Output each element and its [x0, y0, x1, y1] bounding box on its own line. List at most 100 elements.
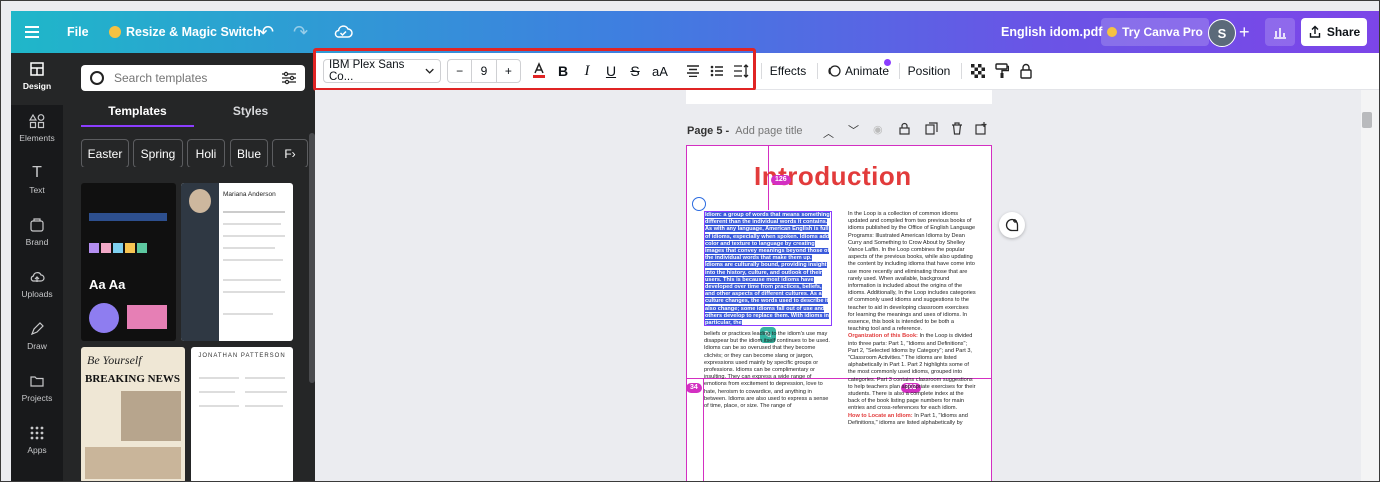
chip-blue[interactable]: Blue	[230, 139, 268, 167]
color-swatch	[125, 243, 135, 253]
rotate-handle-icon[interactable]	[692, 197, 706, 211]
scroll-thumb[interactable]	[1362, 112, 1372, 128]
previous-page-edge	[686, 90, 992, 104]
rail-item-draw[interactable]: Draw	[11, 313, 63, 365]
file-menu[interactable]: File	[67, 11, 89, 53]
cloud-upload-icon	[29, 269, 45, 285]
resume-line	[199, 405, 239, 407]
add-collaborator-icon[interactable]: +	[1239, 19, 1259, 45]
trash-icon[interactable]	[951, 122, 963, 138]
page-header: Page 5 - Add page title	[687, 125, 803, 137]
resume-line	[223, 259, 283, 261]
shapes-icon	[28, 113, 45, 129]
resume-line	[245, 405, 283, 407]
rail-item-elements[interactable]: Elements	[11, 105, 63, 157]
share-icon	[1309, 25, 1321, 38]
chip-holi[interactable]: Holi	[187, 139, 225, 167]
undo-icon[interactable]: ↶	[259, 11, 274, 53]
rail-label: Brand	[25, 237, 49, 247]
share-label: Share	[1326, 25, 1361, 39]
redo-icon[interactable]: ↷	[293, 11, 308, 53]
add-page-icon[interactable]	[975, 122, 988, 138]
selected-text-box[interactable]: Idiom: a group of words that means somet…	[704, 211, 832, 326]
rail-item-design[interactable]: Design	[11, 53, 63, 105]
category-chips: Easter Spring Holi Blue F›	[81, 139, 309, 167]
section-heading: Organization of this Book:	[848, 333, 918, 340]
document-page[interactable]: Introduction 126 34 302 Idiom: a group o…	[686, 145, 992, 481]
news-title: Be Yourself	[87, 353, 142, 367]
filter-icon[interactable]	[281, 71, 297, 85]
transparency-icon[interactable]	[969, 53, 987, 89]
canvas-scrollbar[interactable]	[1361, 90, 1379, 481]
avatar[interactable]: S	[1208, 19, 1236, 47]
editor-canvas: Page 5 - Add page title ︿ ﹀ ◉ Introducti…	[315, 90, 1361, 481]
chip-more[interactable]: F›	[272, 139, 308, 167]
menu-icon[interactable]	[25, 11, 45, 53]
effects-button[interactable]: Effects	[767, 53, 809, 89]
folder-icon	[29, 373, 45, 389]
resume-line	[199, 377, 239, 379]
chevron-down-icon[interactable]: ﹀	[848, 122, 859, 138]
template-thumbnail-news[interactable]: Be Yourself BREAKING NEWS	[81, 347, 185, 481]
sample-text: Aa Aa	[89, 277, 126, 292]
resume-line	[223, 247, 275, 249]
chevron-up-icon[interactable]: ︿	[823, 125, 834, 141]
cloud-saved-icon[interactable]	[333, 11, 353, 53]
animate-button[interactable]: Animate	[827, 53, 891, 89]
search-input[interactable]	[112, 70, 276, 86]
lock-icon[interactable]	[1017, 53, 1035, 89]
resume-line	[223, 235, 285, 237]
side-rail: Design Elements T Text Brand Uploads Dra…	[11, 53, 63, 481]
position-button[interactable]: Position	[905, 53, 953, 89]
comment-add-button[interactable]	[999, 212, 1025, 238]
comment-icon	[1005, 218, 1019, 232]
resize-label: Resize & Magic Switch	[126, 25, 261, 39]
document-title[interactable]: English idom.pdf	[1001, 11, 1102, 53]
news-photo	[85, 447, 181, 479]
rail-label: Elements	[19, 133, 55, 143]
resume-line	[223, 211, 285, 213]
brand-icon	[29, 217, 45, 233]
rail-item-projects[interactable]: Projects	[11, 365, 63, 417]
templates-panel: Templates Styles Easter Spring Holi Blue…	[63, 53, 315, 481]
paint-roller-icon[interactable]	[993, 53, 1011, 89]
duplicate-page-icon[interactable]	[925, 122, 938, 138]
template-thumbnail[interactable]: Aa Aa	[81, 183, 176, 341]
shape-rect	[127, 305, 167, 329]
tab-styles[interactable]: Styles	[194, 97, 307, 125]
eye-icon[interactable]: ◉	[873, 123, 883, 136]
resume-line	[245, 391, 287, 393]
search-box[interactable]	[81, 65, 305, 91]
template-thumbnail-resume[interactable]: Mariana Anderson	[181, 183, 293, 341]
template-thumbnail-resume2[interactable]: JONATHAN PATTERSON	[191, 347, 293, 481]
share-button[interactable]: Share	[1301, 18, 1367, 46]
apps-grid-icon	[29, 425, 45, 441]
animate-label: Animate	[844, 64, 889, 78]
animate-icon	[828, 65, 841, 77]
try-pro-label: Try Canva Pro	[1122, 25, 1203, 39]
organization-paragraph: In the Loop is divided into three parts:…	[848, 333, 976, 412]
rail-item-text[interactable]: T Text	[11, 157, 63, 209]
panel-tabs: Templates Styles	[81, 97, 307, 127]
section-heading: How to Locate an Idiom:	[848, 412, 913, 419]
add-page-title[interactable]: Add page title	[735, 125, 802, 137]
try-canva-pro-button[interactable]: Try Canva Pro	[1101, 18, 1209, 46]
rail-item-uploads[interactable]: Uploads	[11, 261, 63, 313]
body-text-right[interactable]: In the Loop is a collection of common id…	[848, 211, 976, 427]
highlight-outline	[313, 48, 756, 91]
chip-easter[interactable]: Easter	[81, 139, 129, 167]
rail-label: Uploads	[21, 289, 53, 299]
lock-page-icon[interactable]	[899, 122, 910, 138]
body-text-left[interactable]: beliefs or practices leading to the idio…	[704, 331, 830, 481]
rail-item-brand[interactable]: Brand	[11, 209, 63, 261]
resume2-name: JONATHAN PATTERSON	[198, 353, 286, 359]
resize-magic-switch-button[interactable]: Resize & Magic Switch	[109, 11, 261, 53]
analytics-button[interactable]	[1265, 18, 1295, 46]
layout-icon	[29, 61, 45, 77]
chip-spring[interactable]: Spring	[133, 139, 183, 167]
new-dot	[884, 59, 891, 66]
rail-item-apps[interactable]: Apps	[11, 417, 63, 469]
guide-line	[686, 145, 992, 146]
toolbar-divider	[817, 63, 818, 79]
tab-templates[interactable]: Templates	[81, 97, 194, 127]
